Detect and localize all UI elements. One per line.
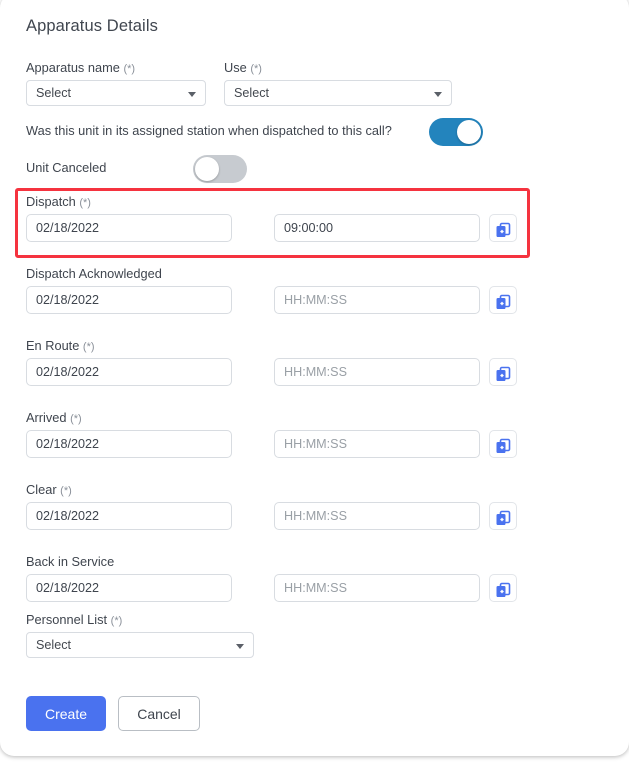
toggle-knob (195, 157, 219, 181)
arrived-label: Arrived (*) (26, 410, 606, 425)
use-select-value: Select (234, 86, 270, 100)
apparatus-details-card: Apparatus Details Apparatus name (*) Sel… (0, 0, 629, 756)
chevron-down-icon (236, 644, 244, 649)
back-in-service-label: Back in Service (26, 554, 606, 569)
en-route-date-input[interactable] (26, 358, 232, 386)
personnel-list-select-value: Select (36, 638, 72, 652)
create-button[interactable]: Create (26, 696, 106, 731)
en-route-label: En Route (*) (26, 338, 606, 353)
personnel-list-label-text: Personnel List (26, 612, 108, 627)
clear-label-text: Clear (26, 482, 57, 497)
unit-canceled-toggle[interactable] (193, 155, 247, 183)
back-in-service-copy-button[interactable] (489, 574, 517, 602)
copy-add-icon (490, 437, 516, 455)
en-route-copy-button[interactable] (489, 358, 517, 386)
en-route-row: En Route (*) (26, 338, 606, 386)
personnel-list-field: Personnel List (*) Select (26, 612, 254, 658)
copy-add-icon (490, 365, 516, 383)
clear-copy-button[interactable] (489, 502, 517, 530)
arrived-copy-button[interactable] (489, 430, 517, 458)
arrived-time-input[interactable] (274, 430, 480, 458)
chevron-down-icon (434, 92, 442, 97)
copy-add-icon (490, 293, 516, 311)
arrived-required-marker: (*) (70, 413, 82, 425)
apparatus-name-field: Apparatus name (*) Select (26, 60, 206, 106)
en-route-time-input[interactable] (274, 358, 480, 386)
use-required-marker: (*) (250, 63, 262, 75)
dispatch-acknowledged-time-input[interactable] (274, 286, 480, 314)
arrived-date-input[interactable] (26, 430, 232, 458)
use-label: Use (*) (224, 60, 452, 75)
dispatch-required-marker: (*) (79, 197, 91, 209)
copy-add-icon (490, 221, 516, 239)
back-in-service-label-text: Back in Service (26, 554, 115, 569)
clear-time-input[interactable] (274, 502, 480, 530)
use-field: Use (*) Select (224, 60, 452, 106)
back-in-service-row: Back in Service (26, 554, 606, 602)
personnel-list-select[interactable]: Select (26, 632, 254, 658)
cancel-button[interactable]: Cancel (118, 696, 200, 731)
dispatch-label-text: Dispatch (26, 194, 76, 209)
page-title: Apparatus Details (26, 17, 158, 35)
clear-row: Clear (*) (26, 482, 606, 530)
dispatch-acknowledged-copy-button[interactable] (489, 286, 517, 314)
dispatch-acknowledged-date-input[interactable] (26, 286, 232, 314)
toggle-knob (457, 120, 481, 144)
personnel-list-required-marker: (*) (110, 615, 123, 627)
dispatch-time-input[interactable] (274, 214, 480, 242)
back-in-service-date-input[interactable] (26, 574, 232, 602)
back-in-service-time-input[interactable] (274, 574, 480, 602)
use-select[interactable]: Select (224, 80, 452, 106)
arrived-row: Arrived (*) (26, 410, 606, 458)
dispatch-label: Dispatch (*) (26, 194, 606, 209)
apparatus-name-label-text: Apparatus name (26, 60, 120, 75)
en-route-required-marker: (*) (82, 341, 95, 353)
clear-label: Clear (*) (26, 482, 606, 497)
dispatch-acknowledged-label: Dispatch Acknowledged (26, 266, 606, 281)
clear-required-marker: (*) (60, 485, 72, 497)
unit-canceled-label: Unit Canceled (26, 160, 107, 175)
apparatus-name-required-marker: (*) (123, 63, 136, 75)
clear-date-input[interactable] (26, 502, 232, 530)
dispatch-acknowledged-row: Dispatch Acknowledged (26, 266, 606, 314)
unit-canceled-toggle-row: Unit Canceled (26, 155, 586, 183)
dispatch-row: Dispatch (*) (26, 194, 606, 242)
apparatus-name-select[interactable]: Select (26, 80, 206, 106)
personnel-list-label: Personnel List (*) (26, 612, 254, 627)
chevron-down-icon (188, 92, 196, 97)
assigned-station-toggle-row: Was this unit in its assigned station wh… (26, 118, 586, 146)
en-route-label-text: En Route (26, 338, 80, 353)
arrived-label-text: Arrived (26, 410, 67, 425)
use-label-text: Use (224, 60, 247, 75)
dispatch-date-input[interactable] (26, 214, 232, 242)
dispatch-copy-button[interactable] (489, 214, 517, 242)
copy-add-icon (490, 581, 516, 599)
apparatus-name-label: Apparatus name (*) (26, 60, 206, 75)
assigned-station-label: Was this unit in its assigned station wh… (26, 123, 392, 138)
dispatch-acknowledged-label-text: Dispatch Acknowledged (26, 266, 162, 281)
apparatus-name-select-value: Select (36, 86, 72, 100)
assigned-station-toggle[interactable] (429, 118, 483, 146)
copy-add-icon (490, 509, 516, 527)
